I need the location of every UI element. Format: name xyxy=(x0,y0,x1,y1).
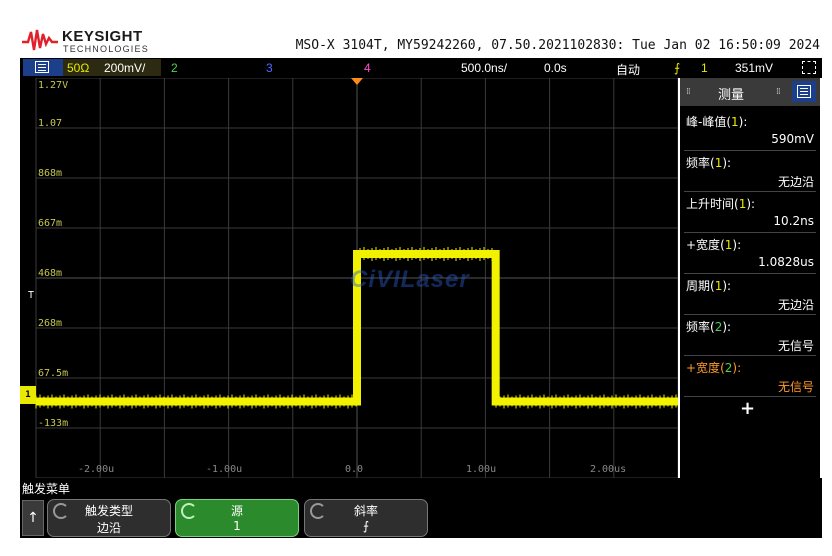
measurement-channel: 2 xyxy=(724,361,733,375)
measurement-item[interactable]: 峰-峰值(1): 590mV xyxy=(684,110,816,151)
y-label: 1.27V xyxy=(38,80,69,91)
rising-edge-icon: ⨍ xyxy=(674,61,681,75)
watermark: CiVILaser xyxy=(350,266,470,293)
measurement-channel: 1 xyxy=(714,156,723,170)
main-menu-button[interactable] xyxy=(23,59,63,76)
x-label: 1.00u xyxy=(466,464,497,475)
y-label: 468m xyxy=(38,268,63,279)
x-label: -2.00u xyxy=(78,464,115,475)
measurements-title: 测量 xyxy=(718,88,745,103)
drag-handle-icon[interactable]: ⁞⁞ xyxy=(776,87,781,97)
ch3-indicator[interactable]: 3 xyxy=(266,61,273,75)
drag-handle-icon[interactable]: ⁞⁞ xyxy=(686,87,691,97)
keysight-logo: KEYSIGHT TECHNOLOGIES xyxy=(22,26,222,56)
softkey-menu: 触发菜单 ↑ 触发类型 边沿 源 1 斜率 ⨍ xyxy=(20,478,822,538)
instrument-info: MSO-X 3104T, MY59242260, 07.50.202110283… xyxy=(295,38,820,53)
measurement-item[interactable]: 频率(2): 无信号 xyxy=(684,315,816,356)
softkey-value: 1 xyxy=(233,519,241,533)
softkey-source[interactable]: 源 1 xyxy=(175,499,299,537)
ch1-impedance: 50Ω xyxy=(67,61,90,75)
ch1-ground-marker[interactable]: 1 xyxy=(20,386,36,404)
measurement-channel: 2 xyxy=(714,320,723,334)
trigger-level-marker[interactable]: T xyxy=(28,290,34,301)
waveform-display[interactable]: 1.27V 1.07 868m 667m 468m 268m 67.5m -13… xyxy=(20,78,678,478)
trigger-level[interactable]: 351mV xyxy=(735,61,773,75)
measurements-panel: ⁞⁞ 测量 ⁞⁞ 峰-峰值(1): 590mV 频率(1): 无边沿 上升时间(… xyxy=(680,78,820,478)
softkey-label: 斜率 xyxy=(353,504,378,518)
measurements-menu-button[interactable] xyxy=(792,81,816,102)
graticule xyxy=(35,78,678,478)
measurement-name: 频率 xyxy=(686,320,711,334)
measurement-channel: 1 xyxy=(714,279,723,293)
measurement-channel: 1 xyxy=(724,238,733,252)
add-measurement-button[interactable]: + xyxy=(740,398,755,419)
measurements-header: ⁞⁞ 测量 ⁞⁞ xyxy=(680,78,820,106)
measurement-value: 590mV xyxy=(771,132,814,146)
keysight-wave-icon xyxy=(22,29,58,51)
measurement-value: 无边沿 xyxy=(777,298,814,312)
menu-icon xyxy=(35,61,49,73)
measurement-channel: 1 xyxy=(731,115,739,129)
measurement-value: 无信号 xyxy=(777,380,814,394)
timebase-scale[interactable]: 500.0ns/ xyxy=(461,61,507,75)
softkey-label: 源 xyxy=(230,504,243,518)
softkey-value: ⨍ xyxy=(362,519,370,533)
menu-back-button[interactable]: ↑ xyxy=(22,500,44,536)
y-label: 1.07 xyxy=(38,118,63,129)
brand-subtitle: TECHNOLOGIES xyxy=(63,44,149,54)
measurement-value: 无边沿 xyxy=(777,175,814,189)
trigger-source[interactable]: 1 xyxy=(701,61,708,75)
measurement-name: 峰-峰值 xyxy=(686,115,727,129)
y-label: 868m xyxy=(38,168,63,179)
y-label: 268m xyxy=(38,318,63,329)
x-label: -1.00u xyxy=(206,464,243,475)
softkey-menu-title: 触发菜单 xyxy=(22,482,71,496)
ch1-scale[interactable]: 200mV/ xyxy=(104,61,145,75)
softkey-value: 边沿 xyxy=(96,521,121,535)
measurement-name: +宽度 xyxy=(686,361,721,375)
measurement-name: 周期 xyxy=(686,279,711,293)
time-delay[interactable]: 0.0s xyxy=(544,61,567,75)
measurement-item-selected[interactable]: +宽度(2): 无信号 xyxy=(684,356,816,397)
fullscreen-icon[interactable] xyxy=(802,61,816,74)
menu-icon xyxy=(797,85,811,98)
ch4-indicator[interactable]: 4 xyxy=(364,61,371,75)
measurement-item[interactable]: 周期(1): 无边沿 xyxy=(684,274,816,315)
x-label: 0.0 xyxy=(345,464,364,475)
measurement-value: 10.2ns xyxy=(773,214,814,228)
y-label: -133m xyxy=(38,418,69,429)
softkey-label: 触发类型 xyxy=(84,504,133,518)
softkey-slope[interactable]: 斜率 ⨍ xyxy=(304,499,428,537)
trigger-position-marker[interactable] xyxy=(351,78,363,85)
trigger-mode[interactable]: 自动 xyxy=(616,61,640,78)
measurement-list: 峰-峰值(1): 590mV 频率(1): 无边沿 上升时间(1): 10.2n… xyxy=(684,110,816,397)
measurement-item[interactable]: +宽度(1): 1.0828us xyxy=(684,233,816,274)
measurement-item[interactable]: 频率(1): 无边沿 xyxy=(684,151,816,192)
measurement-name: 上升时间 xyxy=(686,197,735,211)
y-label: 667m xyxy=(38,218,63,229)
measurement-channel: 1 xyxy=(738,197,747,211)
measurement-name: +宽度 xyxy=(686,238,721,252)
y-label: 67.5m xyxy=(38,368,69,379)
measurement-name: 频率 xyxy=(686,156,711,170)
measurement-value: 1.0828us xyxy=(758,255,814,269)
measurement-item[interactable]: 上升时间(1): 10.2ns xyxy=(684,192,816,233)
x-label: 2.00us xyxy=(590,464,627,475)
brand-name: KEYSIGHT xyxy=(62,28,143,45)
softkey-trigger-type[interactable]: 触发类型 边沿 xyxy=(47,499,171,537)
measurement-value: 无信号 xyxy=(777,339,814,353)
ch2-indicator[interactable]: 2 xyxy=(171,61,178,75)
status-bar: 50Ω 200mV/ 2 3 4 500.0ns/ 0.0s 自动 ⨍ 1 35… xyxy=(20,58,822,78)
